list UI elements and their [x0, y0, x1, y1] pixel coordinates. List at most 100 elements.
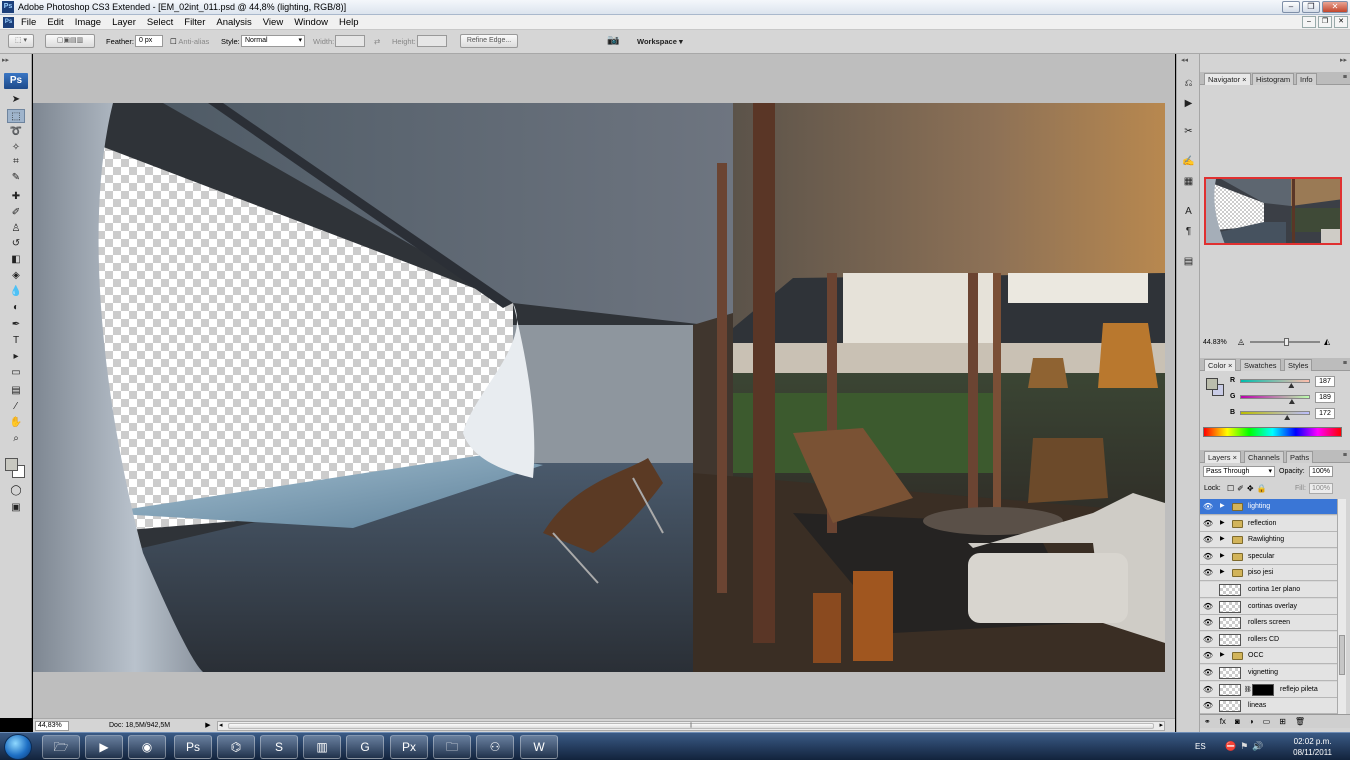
media-player-taskbar-button[interactable]: ▶: [85, 735, 123, 759]
notes-tool-icon[interactable]: ▤: [7, 384, 25, 398]
history-brush-tool-icon[interactable]: ↺: [7, 237, 25, 251]
zoom-in-icon[interactable]: ◭: [1324, 337, 1330, 346]
visibility-eye-icon[interactable]: 👁: [1202, 651, 1214, 661]
paint-bucket-tool-icon[interactable]: ◈: [7, 269, 25, 283]
tab-histogram[interactable]: Histogram: [1252, 73, 1295, 85]
green-value-input[interactable]: 189: [1315, 392, 1335, 403]
tab-info[interactable]: Info: [1296, 73, 1317, 85]
expand-group-icon[interactable]: ▶: [1220, 519, 1225, 526]
menu-help[interactable]: Help: [339, 16, 359, 29]
shape-tool-icon[interactable]: ▭: [7, 366, 25, 380]
green-slider[interactable]: [1240, 395, 1310, 399]
menu-file[interactable]: File: [21, 16, 36, 29]
photoshop-taskbar-button[interactable]: Ps: [174, 735, 212, 759]
explorer-taskbar-button[interactable]: 🗁: [42, 735, 80, 759]
word-taskbar-button[interactable]: W: [520, 735, 558, 759]
brush-tool-icon[interactable]: ✐: [7, 206, 25, 220]
workspace-menu[interactable]: Workspace ▾: [637, 37, 683, 46]
menu-window[interactable]: Window: [294, 16, 328, 29]
add-mask-icon[interactable]: ◙: [1235, 715, 1240, 728]
language-indicator[interactable]: ES: [1195, 742, 1206, 751]
expand-group-icon[interactable]: ▶: [1220, 651, 1225, 658]
doc-restore-button[interactable]: ❐: [1318, 16, 1332, 28]
layer-row[interactable]: 👁 vignetting: [1200, 665, 1337, 681]
tray-icons[interactable]: ⛔⚑🔊: [1225, 741, 1267, 752]
fx-icon[interactable]: fx: [1220, 715, 1226, 728]
menu-view[interactable]: View: [263, 16, 283, 29]
layer-row[interactable]: 👁 ▶ reflection: [1200, 515, 1337, 532]
zoom-out-icon[interactable]: ◬: [1238, 337, 1244, 346]
layer-row[interactable]: cortina 1er plano: [1200, 582, 1337, 598]
new-layer-icon[interactable]: ⊞: [1279, 715, 1286, 728]
eraser-tool-icon[interactable]: ◧: [7, 253, 25, 267]
bridge-icon[interactable]: 📷: [607, 35, 619, 46]
red-value-input[interactable]: 187: [1315, 376, 1335, 387]
brushes-icon[interactable]: ✍: [1180, 154, 1197, 169]
blend-mode-select[interactable]: Pass Through ▾: [1203, 466, 1275, 477]
actions-icon[interactable]: ▶: [1180, 96, 1197, 111]
layer-row[interactable]: 👁 ▶ piso jesi: [1200, 565, 1337, 582]
layer-row[interactable]: 👁 ▶ lighting: [1200, 499, 1337, 515]
expand-group-icon[interactable]: ▶: [1220, 568, 1225, 575]
expand-group-icon[interactable]: ▶: [1220, 552, 1225, 559]
tab-channels[interactable]: Channels: [1244, 451, 1284, 463]
antialias-checkbox[interactable]: ☐ Anti-alias: [170, 37, 209, 46]
doc-close-button[interactable]: ✕: [1334, 16, 1348, 28]
tools-presets-icon[interactable]: ✂: [1180, 124, 1197, 139]
navigator-zoom-slider[interactable]: [1250, 338, 1320, 346]
tab-color[interactable]: Color ×: [1204, 359, 1237, 371]
menu-select[interactable]: Select: [147, 16, 173, 29]
magic-wand-tool-icon[interactable]: ✧: [7, 141, 25, 155]
blur-tool-icon[interactable]: 💧: [7, 285, 25, 299]
menu-filter[interactable]: Filter: [184, 16, 205, 29]
restore-button[interactable]: ❐: [1302, 1, 1320, 13]
blue-value-input[interactable]: 172: [1315, 408, 1335, 419]
color-spectrum-ramp[interactable]: [1203, 427, 1342, 437]
menu-edit[interactable]: Edit: [47, 16, 63, 29]
history-icon[interactable]: ⎌: [1180, 76, 1197, 91]
firefox-taskbar-button[interactable]: ◉: [128, 735, 166, 759]
feather-input[interactable]: 0 px: [135, 35, 163, 47]
layers-scrollbar-thumb[interactable]: [1339, 635, 1345, 675]
character-icon[interactable]: A: [1180, 204, 1197, 219]
notes-panel-icon[interactable]: ▤: [1180, 254, 1197, 269]
start-button[interactable]: [4, 734, 32, 760]
new-group-icon[interactable]: ▭: [1263, 715, 1271, 728]
slice-tool-icon[interactable]: ✎: [7, 171, 25, 185]
zoom-tool-icon[interactable]: ⌕: [7, 432, 25, 446]
zoom-field[interactable]: 44,83%: [35, 721, 69, 731]
tool-preset-picker[interactable]: ⬚ ▾: [8, 34, 34, 48]
collapse-panels-icon[interactable]: ▸▸: [1340, 56, 1347, 64]
blue-slider-knob[interactable]: [1284, 415, 1291, 420]
px-taskbar-button[interactable]: Px: [390, 735, 428, 759]
layer-row[interactable]: 👁 lineas: [1200, 698, 1337, 714]
navigator-menu-icon[interactable]: ≡: [1343, 74, 1347, 81]
sketchup-taskbar-button[interactable]: ⌬: [217, 735, 255, 759]
red-slider-knob[interactable]: [1288, 383, 1295, 388]
foreground-color-swatch[interactable]: [5, 458, 18, 471]
red-slider[interactable]: [1240, 379, 1310, 383]
navigator-preview[interactable]: [1204, 177, 1342, 245]
scrollbar-thumb[interactable]: ⫼: [228, 723, 1154, 729]
visibility-eye-icon[interactable]: 👁: [1202, 668, 1214, 678]
scroll-left-icon[interactable]: ◂: [219, 722, 223, 730]
hand-tool-icon[interactable]: ✋: [7, 416, 25, 430]
eyedropper-tool-icon[interactable]: ⁄: [7, 400, 25, 414]
tab-layers[interactable]: Layers ×: [1204, 451, 1241, 463]
visibility-eye-icon[interactable]: 👁: [1202, 519, 1214, 529]
screen-mode-icon[interactable]: ▣: [7, 501, 25, 515]
tab-styles[interactable]: Styles: [1284, 359, 1313, 371]
visibility-eye-icon[interactable]: [1202, 585, 1214, 595]
lasso-tool-icon[interactable]: ➰: [7, 125, 25, 139]
expand-group-icon[interactable]: ▶: [1220, 535, 1225, 542]
clock[interactable]: 02:02 p.m. 08/11/2011: [1293, 736, 1332, 758]
marquee-tool-icon[interactable]: ⬚: [7, 109, 25, 123]
path-selection-tool-icon[interactable]: ▸: [7, 350, 25, 364]
clone-source-icon[interactable]: ▦: [1180, 174, 1197, 189]
height-input[interactable]: [417, 35, 447, 47]
style-select[interactable]: Normal ▾: [241, 35, 305, 47]
tab-paths[interactable]: Paths: [1286, 451, 1314, 463]
navigator-zoom-value[interactable]: 44.83%: [1203, 339, 1227, 346]
folder-taskbar-button[interactable]: 🗀: [433, 735, 471, 759]
layer-row[interactable]: 👁 cortinas overlay: [1200, 598, 1337, 615]
